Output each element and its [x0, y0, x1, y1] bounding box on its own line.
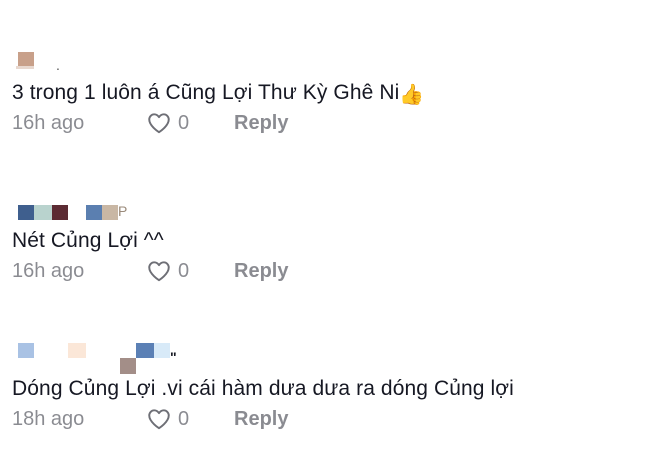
like-count: 0	[178, 407, 190, 430]
comment-meta: 18h ago 0 Reply	[12, 406, 652, 432]
like-button[interactable]: 0	[145, 110, 234, 136]
avatar	[18, 205, 34, 220]
heart-outline-icon	[148, 261, 170, 282]
reply-button[interactable]: Reply	[234, 260, 288, 283]
comment-text: Dóng Củng Lợi .vi cái hàm dưa dưa ra dón…	[12, 377, 514, 400]
username-pixelated[interactable]: .	[12, 50, 212, 72]
thumbs-up-emoji: 👍	[399, 84, 425, 106]
like-count: 0	[178, 111, 190, 134]
comment-item: . 3 trong 1 luôn á Cũng Lợi Thư Kỳ Ghê N…	[12, 50, 652, 136]
comment-meta: 16h ago 0 Reply	[12, 258, 652, 284]
username-pixelated[interactable]: "	[12, 340, 212, 376]
like-count: 0	[178, 259, 190, 282]
username-pixelated[interactable]: P	[12, 198, 212, 220]
like-button[interactable]: 0	[145, 406, 234, 432]
comment-item: P Nét Củng Lợi ^^ 16h ago 0 Reply	[12, 198, 652, 284]
timestamp: 16h ago	[12, 111, 85, 134]
comment-text: Nét Củng Lợi ^^	[12, 229, 164, 252]
avatar	[18, 343, 34, 358]
timestamp: 16h ago	[12, 259, 85, 282]
avatar	[18, 52, 34, 66]
heart-outline-icon	[148, 113, 170, 134]
reply-button[interactable]: Reply	[234, 112, 288, 135]
reply-button[interactable]: Reply	[234, 408, 288, 431]
heart-outline-icon	[148, 409, 170, 430]
like-button[interactable]: 0	[145, 258, 234, 284]
timestamp: 18h ago	[12, 407, 85, 430]
comment-text: 3 trong 1 luôn á Cũng Lợi Thư Kỳ Ghê Ni👍	[12, 81, 425, 106]
comment-item: " Dóng Củng Lợi .vi cái hàm dưa dưa ra d…	[12, 340, 652, 432]
comment-meta: 16h ago 0 Reply	[12, 110, 652, 136]
